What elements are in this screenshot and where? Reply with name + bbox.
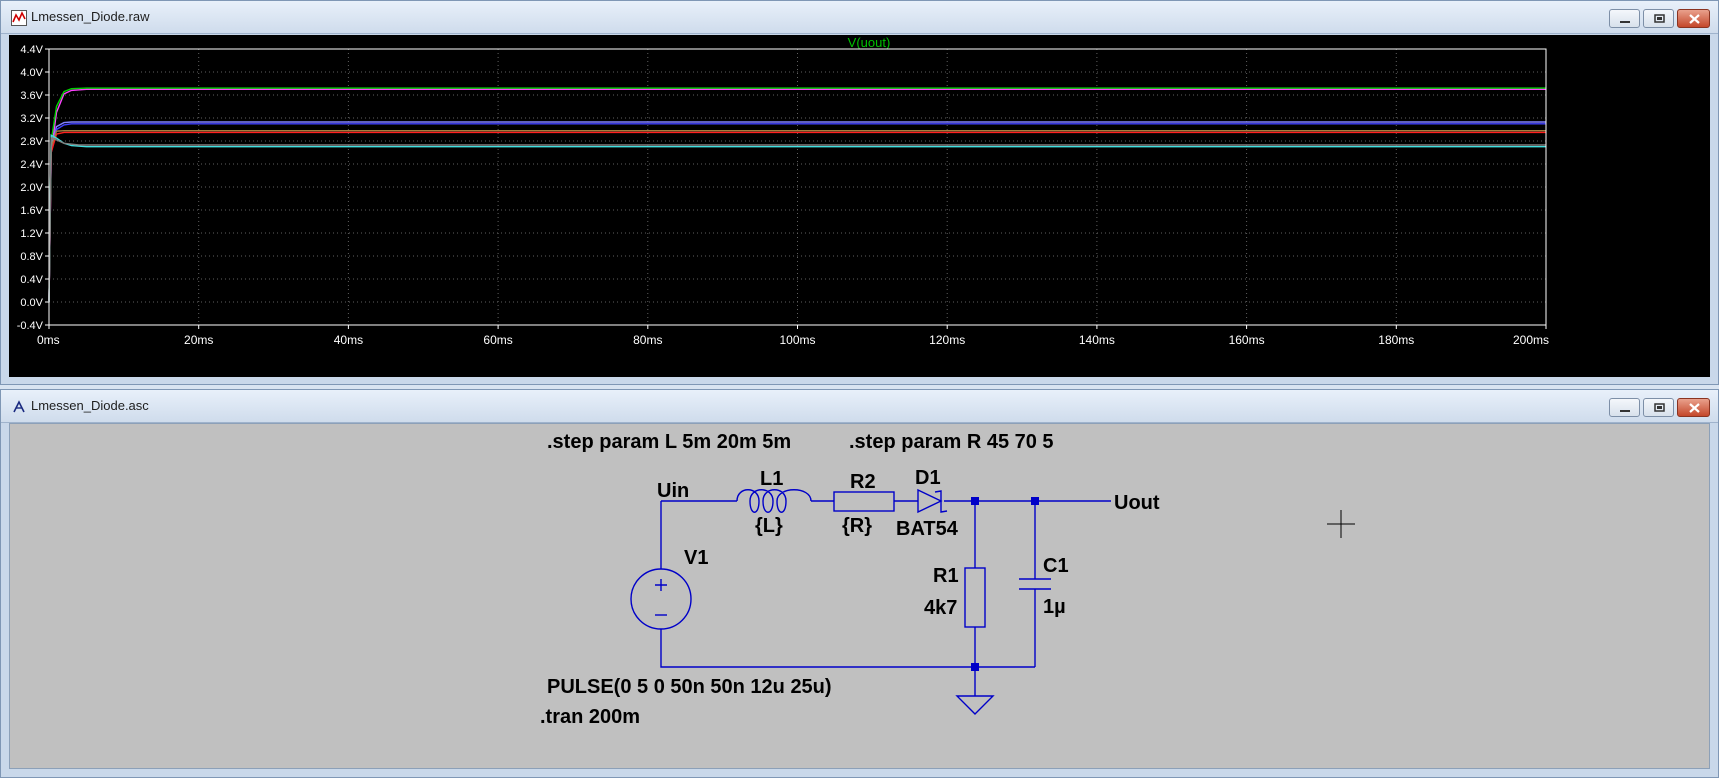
capacitor-c1-name[interactable]: C1 xyxy=(1043,555,1069,577)
voltage-source-v1[interactable] xyxy=(630,568,692,630)
resistor-r2[interactable] xyxy=(833,491,895,512)
resistor-r1[interactable] xyxy=(964,567,986,628)
diode-d1[interactable] xyxy=(917,488,948,514)
junction-dot xyxy=(971,497,979,505)
y-tick-label: 3.6V xyxy=(20,90,43,102)
diode-d1-name[interactable]: D1 xyxy=(915,467,941,489)
waveform-window[interactable]: Lmessen_Diode.raw V(uout) -0.4V 0.0V 0.4V 0… xyxy=(0,0,1719,385)
y-tick-label: 2.8V xyxy=(20,136,43,148)
voltage-source-v1-name[interactable]: V1 xyxy=(684,547,708,569)
minimize-icon xyxy=(1620,410,1630,412)
y-tick-label: 0.0V xyxy=(20,297,43,309)
waveform-window-title: Lmessen_Diode.raw xyxy=(31,9,150,24)
close-icon xyxy=(1689,14,1700,24)
x-tick-label: 20ms xyxy=(184,333,213,347)
wire-ground-rail[interactable] xyxy=(660,629,1035,668)
x-tick-label: 160ms xyxy=(1229,333,1265,347)
x-tick-label: 80ms xyxy=(633,333,662,347)
minimize-button[interactable] xyxy=(1609,398,1640,417)
chart-title[interactable]: V(uout) xyxy=(848,35,891,50)
directive-step-r[interactable]: .step param R 45 70 5 xyxy=(849,431,1054,453)
capacitor-c1[interactable] xyxy=(1019,578,1051,590)
capacitor-c1-value[interactable]: 1µ xyxy=(1043,596,1066,618)
net-label-uout[interactable]: Uout xyxy=(1114,492,1160,514)
directive-tran[interactable]: .tran 200m xyxy=(540,706,640,728)
diode-d1-value[interactable]: BAT54 xyxy=(896,518,959,540)
minimize-button[interactable] xyxy=(1609,9,1640,28)
y-tick-label: 2.4V xyxy=(20,159,43,171)
x-tick-label: 0ms xyxy=(37,333,60,347)
junction-dots xyxy=(971,497,1039,671)
schematic-icon xyxy=(13,400,25,413)
directive-step-l[interactable]: .step param L 5m 20m 5m xyxy=(547,431,791,453)
net-label-uin[interactable]: Uin xyxy=(657,480,689,502)
waveform-titlebar[interactable]: Lmessen_Diode.raw xyxy=(1,1,1718,34)
voltage-chart[interactable]: V(uout) -0.4V 0.0V 0.4V 0.8V 1.2V 1.6V 2.0V 2.4… xyxy=(9,35,1710,377)
restore-icon xyxy=(1654,14,1665,23)
x-tick-label: 140ms xyxy=(1079,333,1115,347)
resistor-r1-name[interactable]: R1 xyxy=(933,565,959,587)
series-line xyxy=(48,134,1546,303)
schematic-window-title: Lmessen_Diode.asc xyxy=(31,398,149,413)
x-tick-label: 100ms xyxy=(779,333,815,347)
y-tick-label: 0.4V xyxy=(20,274,43,286)
close-icon xyxy=(1689,403,1700,413)
crosshair-cursor xyxy=(1327,510,1355,538)
x-tick-label: 40ms xyxy=(334,333,363,347)
minimize-icon xyxy=(1620,21,1630,23)
chart-grid xyxy=(48,48,1547,326)
voltage-source-v1-value[interactable]: PULSE(0 5 0 50n 50n 12u 25u) xyxy=(547,676,832,698)
resistor-r1-value[interactable]: 4k7 xyxy=(924,597,957,619)
schematic-drawing[interactable]: .step param L 5m 20m 5m .step param R 45… xyxy=(10,424,1709,768)
inductor-l1-name[interactable]: L1 xyxy=(760,468,783,490)
x-tick-label: 60ms xyxy=(483,333,512,347)
plot-pane[interactable]: V(uout) -0.4V 0.0V 0.4V 0.8V 1.2V 1.6V 2.0V 2.4… xyxy=(9,35,1710,377)
maximize-button[interactable] xyxy=(1643,398,1674,417)
schematic-titlebar[interactable]: Lmessen_Diode.asc xyxy=(1,390,1718,423)
resistor-r2-value[interactable]: {R} xyxy=(842,515,872,537)
close-button[interactable] xyxy=(1677,9,1710,28)
series-line xyxy=(48,129,1546,303)
resistor-r2-name[interactable]: R2 xyxy=(850,471,876,493)
maximize-button[interactable] xyxy=(1643,9,1674,28)
series-line xyxy=(48,123,1546,303)
waveform-icon xyxy=(11,10,27,26)
inductor-l1[interactable] xyxy=(736,489,812,513)
y-tick-label: 0.8V xyxy=(20,251,43,263)
inductor-l1-value[interactable]: {L} xyxy=(755,515,783,537)
x-tick-label: 200ms xyxy=(1513,333,1549,347)
y-tick-label: 4.0V xyxy=(20,67,43,79)
ground-icon[interactable] xyxy=(955,695,995,715)
y-tick-label: -0.4V xyxy=(17,320,44,332)
y-tick-label: 2.0V xyxy=(20,182,43,194)
x-axis-ticks: 0ms 20ms 40ms 60ms 80ms 100ms 120ms 140ms 160ms 1… xyxy=(37,325,1549,347)
x-tick-label: 180ms xyxy=(1378,333,1414,347)
y-tick-label: 1.2V xyxy=(20,228,43,240)
junction-dot xyxy=(971,663,979,671)
x-tick-label: 120ms xyxy=(929,333,965,347)
y-axis-ticks: -0.4V 0.0V 0.4V 0.8V 1.2V 1.6V 2.0V 2.4V 2.8V 3.2… xyxy=(17,44,49,332)
junction-dot xyxy=(1031,497,1039,505)
schematic-canvas[interactable]: .step param L 5m 20m 5m .step param R 45… xyxy=(9,423,1710,769)
restore-icon xyxy=(1654,403,1665,412)
y-tick-label: 4.4V xyxy=(20,44,43,56)
schematic-window[interactable]: Lmessen_Diode.asc .step param L 5m 20m 5… xyxy=(0,389,1719,778)
close-button[interactable] xyxy=(1677,398,1710,417)
y-tick-label: 1.6V xyxy=(20,205,43,217)
y-tick-label: 3.2V xyxy=(20,113,43,125)
